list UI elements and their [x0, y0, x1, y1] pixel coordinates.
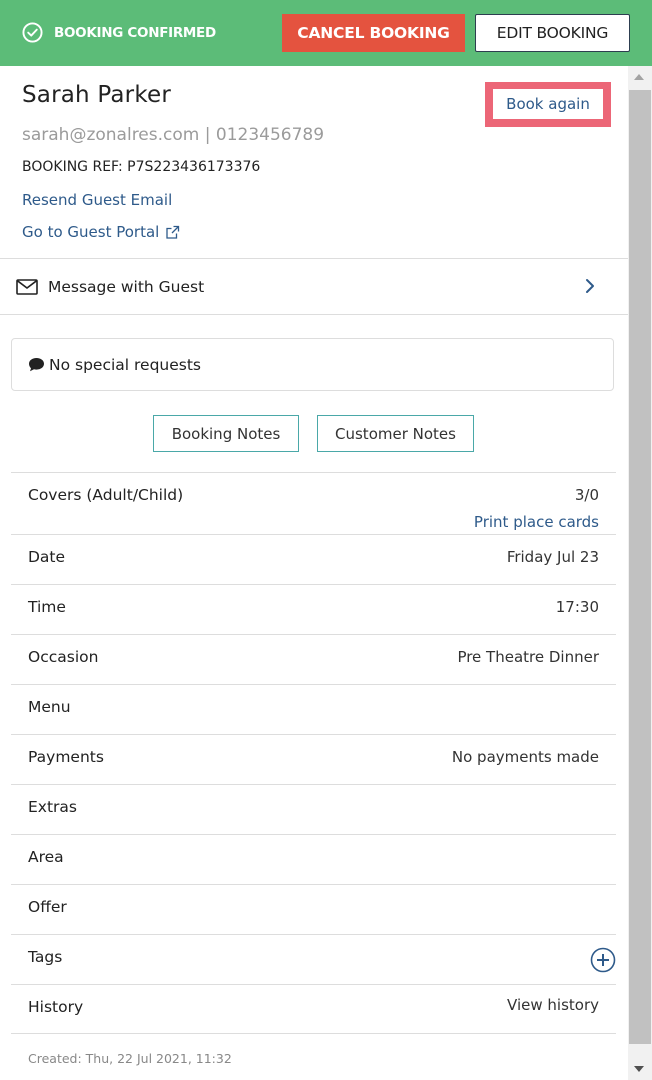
- detail-row-tags: Tags: [11, 934, 616, 984]
- detail-row-menu[interactable]: Menu: [11, 684, 616, 734]
- edit-booking-button[interactable]: EDIT BOOKING: [475, 14, 630, 52]
- scrollbar-thumb[interactable]: [629, 90, 651, 1044]
- guest-name: Sarah Parker: [22, 82, 172, 108]
- detail-label: History: [28, 998, 84, 1016]
- message-with-guest-label: Message with Guest: [48, 277, 205, 296]
- detail-value: 17:30: [555, 598, 599, 616]
- detail-value: Friday Jul 23: [506, 548, 599, 566]
- guest-contact: sarah@zonalres.com | 0123456789: [22, 125, 325, 145]
- scroll-down-arrow-icon[interactable]: [634, 1066, 644, 1072]
- external-link-icon: [166, 225, 180, 239]
- print-place-cards-link[interactable]: Print place cards: [474, 513, 599, 531]
- created-timestamp: Created: Thu, 22 Jul 2021, 11:32: [28, 1051, 232, 1066]
- booking-ref: BOOKING REF: P7S223436173376: [22, 159, 261, 175]
- detail-label: Area: [28, 848, 64, 866]
- special-requests-box: No special requests: [11, 338, 614, 391]
- detail-row-history: History View history: [11, 984, 616, 1034]
- status-label: BOOKING CONFIRMED: [54, 24, 216, 41]
- message-with-guest-row[interactable]: Message with Guest: [0, 259, 628, 314]
- check-circle-icon: [22, 22, 43, 43]
- detail-label: Date: [28, 548, 66, 566]
- customer-notes-button[interactable]: Customer Notes: [317, 415, 474, 452]
- detail-label: Offer: [28, 898, 67, 916]
- envelope-icon: [16, 278, 38, 295]
- detail-row-extras[interactable]: Extras: [11, 784, 616, 834]
- detail-label: Payments: [28, 748, 104, 766]
- detail-label: Extras: [28, 798, 77, 816]
- booking-notes-button[interactable]: Booking Notes: [153, 415, 299, 452]
- booking-detail-panel: Sarah Parker sarah@zonalres.com | 012345…: [0, 66, 628, 1080]
- scroll-up-arrow-icon[interactable]: [634, 74, 644, 80]
- detail-row-covers: Covers (Adult/Child) 3/0 Print place car…: [11, 472, 616, 534]
- special-requests-text: No special requests: [49, 355, 202, 374]
- detail-label: Occasion: [28, 648, 99, 666]
- speech-bubble-icon: [29, 358, 44, 372]
- scrollbar[interactable]: [628, 66, 652, 1080]
- booking-status: BOOKING CONFIRMED: [22, 22, 216, 43]
- detail-row-time[interactable]: Time 17:30: [11, 584, 616, 634]
- view-history-link[interactable]: View history: [507, 996, 599, 1014]
- detail-row-offer[interactable]: Offer: [11, 884, 616, 934]
- detail-value: No payments made: [451, 748, 599, 766]
- detail-row-payments[interactable]: Payments No payments made: [11, 734, 616, 784]
- detail-row-date[interactable]: Date Friday Jul 23: [11, 534, 616, 584]
- add-tag-icon[interactable]: [590, 947, 616, 973]
- guest-portal-link[interactable]: Go to Guest Portal: [22, 223, 180, 241]
- detail-label: Covers (Adult/Child): [28, 486, 184, 504]
- cancel-booking-button[interactable]: CANCEL BOOKING: [282, 14, 465, 52]
- detail-value: 3/0: [574, 486, 599, 504]
- resend-guest-email-link[interactable]: Resend Guest Email: [22, 191, 172, 209]
- detail-label: Menu: [28, 698, 71, 716]
- chevron-right-icon: [586, 279, 594, 293]
- guest-portal-label: Go to Guest Portal: [22, 223, 160, 241]
- detail-value: Pre Theatre Dinner: [457, 648, 599, 666]
- booking-details-list: Covers (Adult/Child) 3/0 Print place car…: [11, 472, 616, 1034]
- detail-row-occasion[interactable]: Occasion Pre Theatre Dinner: [11, 634, 616, 684]
- divider: [0, 314, 628, 315]
- detail-label: Tags: [28, 948, 63, 966]
- detail-label: Time: [28, 598, 66, 616]
- book-again-button[interactable]: Book again: [493, 89, 603, 119]
- booking-header: BOOKING CONFIRMED CANCEL BOOKING EDIT BO…: [0, 0, 652, 66]
- detail-row-area[interactable]: Area: [11, 834, 616, 884]
